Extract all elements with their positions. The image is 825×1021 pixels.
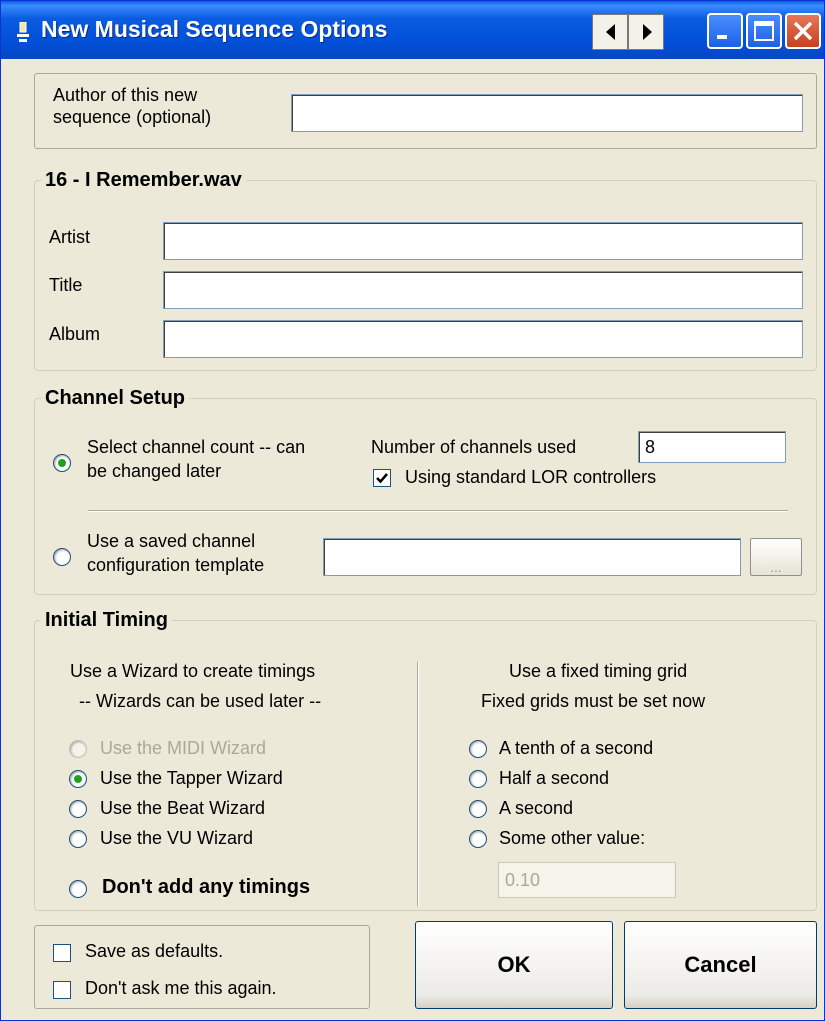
standard-lor-checkbox[interactable]	[373, 469, 391, 487]
author-label-line2: sequence (optional)	[53, 107, 212, 127]
timing-separator	[417, 662, 419, 906]
browse-button[interactable]: ...	[750, 538, 802, 576]
standard-lor-label: Using standard LOR controllers	[405, 467, 657, 487]
no-timings-radio[interactable]	[69, 880, 87, 898]
minimize-button[interactable]	[707, 13, 743, 49]
arrow-right-icon	[643, 24, 652, 40]
half-second-radio[interactable]	[469, 770, 487, 788]
maximize-icon	[754, 21, 774, 41]
initial-timing-legend: Initial Timing	[45, 609, 168, 631]
midi-wizard-radio[interactable]	[69, 740, 87, 758]
close-button[interactable]	[785, 13, 821, 49]
template-label-line1: Use a saved channel	[87, 531, 256, 551]
channel-setup-legend: Channel Setup	[45, 387, 186, 409]
close-icon	[793, 21, 813, 41]
select-count-label-line2: be changed later	[87, 461, 222, 481]
template-label-line2: configuration template	[87, 555, 265, 575]
artist-label: Artist	[49, 227, 91, 247]
maximize-button[interactable]	[746, 13, 782, 49]
midi-wizard-label: Use the MIDI Wizard	[100, 738, 267, 758]
template-input[interactable]	[323, 538, 741, 576]
vu-wizard-radio[interactable]	[69, 830, 87, 848]
title-label: Title	[49, 275, 83, 295]
tenth-second-radio[interactable]	[469, 740, 487, 758]
select-count-radio[interactable]	[53, 454, 71, 472]
grid-heading-line2: Fixed grids must be set now	[481, 691, 706, 711]
app-icon	[17, 22, 29, 42]
minimize-icon	[717, 35, 727, 39]
other-value-radio[interactable]	[469, 830, 487, 848]
title-input[interactable]	[163, 271, 803, 309]
beat-wizard-radio[interactable]	[69, 800, 87, 818]
channel-setup-group: Channel Setup Select channel count -- ca…	[34, 387, 817, 595]
file-info-legend: 16 - I Remember.wav	[45, 169, 242, 191]
artist-input[interactable]	[163, 222, 803, 260]
scroll-left-button[interactable]	[592, 14, 628, 50]
grid-heading-line1: Use a fixed timing grid	[509, 661, 688, 681]
tapper-wizard-radio[interactable]	[69, 770, 87, 788]
album-input[interactable]	[163, 320, 803, 358]
wizard-heading-line2: -- Wizards can be used later --	[79, 691, 322, 711]
tenth-second-label: A tenth of a second	[499, 738, 654, 758]
channel-separator	[88, 510, 788, 512]
save-defaults-checkbox[interactable]	[53, 944, 71, 962]
footer-options-group: Save as defaults. Don't ask me this agai…	[34, 925, 370, 1009]
window-title: New Musical Sequence Options	[41, 16, 388, 42]
wizard-heading-line1: Use a Wizard to create timings	[70, 661, 316, 681]
template-radio[interactable]	[53, 548, 71, 566]
select-count-label-line1: Select channel count -- can	[87, 437, 306, 457]
dont-ask-label: Don't ask me this again.	[85, 978, 277, 998]
dont-ask-checkbox[interactable]	[53, 981, 71, 999]
num-channels-label: Number of channels used	[371, 437, 577, 457]
arrow-left-icon	[606, 24, 615, 40]
half-second-label: Half a second	[499, 768, 610, 788]
initial-timing-group: Initial Timing Use a Wizard to create ti…	[34, 609, 817, 911]
cancel-button[interactable]: Cancel	[624, 921, 817, 1009]
dialog-window: New Musical Sequence Options Author of t…	[0, 0, 825, 1021]
author-group: Author of this new sequence (optional)	[34, 73, 817, 149]
save-defaults-label: Save as defaults.	[85, 941, 224, 961]
a-second-radio[interactable]	[469, 800, 487, 818]
ok-button[interactable]: OK	[415, 921, 613, 1009]
vu-wizard-label: Use the VU Wizard	[100, 828, 254, 848]
title-bar[interactable]: New Musical Sequence Options	[1, 1, 824, 59]
checkmark-icon	[376, 473, 388, 484]
num-channels-input[interactable]	[638, 431, 786, 463]
beat-wizard-label: Use the Beat Wizard	[100, 798, 266, 818]
a-second-label: A second	[499, 798, 574, 818]
other-value-label: Some other value:	[499, 828, 646, 848]
author-label-line1: Author of this new	[53, 85, 198, 105]
no-timings-label: Don't add any timings	[102, 876, 311, 898]
author-input[interactable]	[291, 94, 803, 132]
tapper-wizard-label: Use the Tapper Wizard	[100, 768, 283, 788]
other-value-input[interactable]	[498, 862, 676, 898]
file-info-group: 16 - I Remember.wav Artist Title Album	[34, 169, 817, 371]
album-label: Album	[49, 324, 101, 344]
scroll-right-button[interactable]	[628, 14, 664, 50]
